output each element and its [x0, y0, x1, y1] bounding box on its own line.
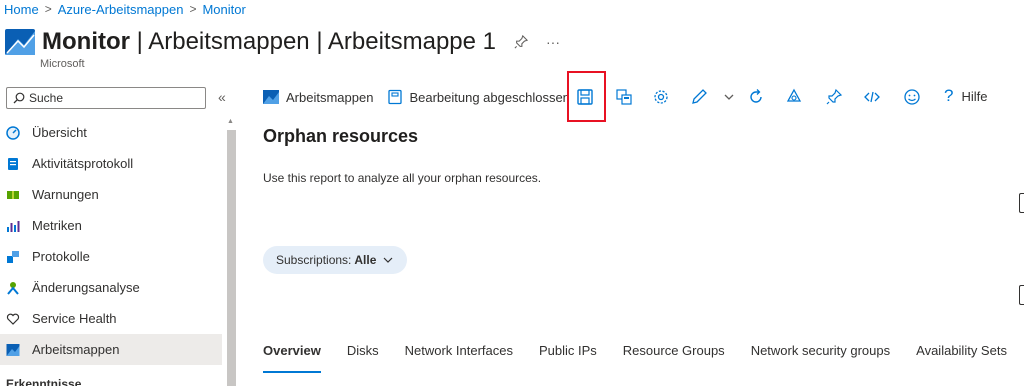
sidebar-item-metrics[interactable]: Metriken	[0, 210, 222, 241]
filter-value: Alle	[354, 253, 377, 267]
feedback-smiley-icon[interactable]	[902, 87, 922, 107]
change-analysis-icon	[6, 281, 20, 295]
workbooks-button-label: Arbeitsmappen	[286, 89, 374, 105]
sidebar-item-service-health[interactable]: Service Health	[0, 303, 222, 334]
page-header: Monitor | Arbeitsmappen | Arbeitsmappe 1…	[4, 26, 560, 58]
page-subtitle: Microsoft	[40, 58, 85, 70]
sidebar-scrollbar[interactable]: ▲	[224, 116, 238, 386]
done-editing-button[interactable]: Bearbeitung abgeschlossen	[387, 89, 570, 105]
tab-availability-sets[interactable]: Availability Sets	[916, 343, 1007, 373]
breadcrumb-separator: >	[189, 2, 197, 16]
sidebar-item-label: Aktivitätsprotokoll	[32, 156, 134, 171]
workbooks-button[interactable]: Arbeitsmappen	[262, 89, 373, 105]
nav-list: Übersicht Aktivitätsprotokoll Warnungen …	[0, 117, 222, 386]
overview-icon	[6, 125, 20, 140]
refresh-icon[interactable]	[746, 87, 766, 107]
sidebar-item-activity-log[interactable]: Aktivitätsprotokoll	[0, 148, 222, 179]
sidebar-item-workbooks[interactable]: Arbeitsmappen	[0, 334, 222, 365]
tab-resource-groups[interactable]: Resource Groups	[623, 343, 725, 373]
heart-icon	[6, 312, 20, 326]
save-as-icon[interactable]	[614, 87, 634, 107]
sidebar-item-label: Protokolle	[32, 249, 90, 264]
help-button[interactable]: ? Hilfe	[944, 86, 987, 106]
metrics-icon	[6, 219, 20, 233]
pin-to-dashboard-icon[interactable]	[824, 87, 844, 107]
edge-control[interactable]	[1019, 285, 1024, 305]
help-question-icon: ?	[944, 86, 954, 105]
collapse-sidebar-icon[interactable]: «	[218, 89, 226, 105]
breadcrumb: Home > Azure-Arbeitsmappen > Monitor	[4, 0, 246, 18]
sidebar-item-overview[interactable]: Übersicht	[0, 117, 222, 148]
tab-network-security-groups[interactable]: Network security groups	[751, 343, 890, 373]
settings-gear-icon[interactable]	[651, 87, 671, 107]
edit-done-icon	[388, 89, 403, 105]
done-editing-label: Bearbeitung abgeschlossen	[409, 89, 570, 105]
chevron-down-icon[interactable]	[719, 87, 739, 107]
toolbar: Arbeitsmappen Bearbeitung abgeschlossen	[262, 85, 570, 109]
workbooks-icon	[6, 343, 20, 357]
page-title: Monitor | Arbeitsmappen | Arbeitsmappe 1	[42, 28, 496, 55]
sidebar: Suche « Übersicht Aktivitätsprotokoll Wa…	[0, 84, 240, 386]
report-tabs: Overview Disks Network Interfaces Public…	[263, 343, 1024, 373]
chevron-down-icon	[383, 257, 393, 263]
activity-log-icon	[6, 157, 20, 171]
tab-disks[interactable]: Disks	[347, 343, 379, 373]
monitor-logo-icon	[5, 29, 35, 55]
pin-icon[interactable]	[514, 35, 528, 49]
help-label: Hilfe	[961, 88, 988, 104]
more-options-icon[interactable]: ···	[546, 34, 560, 50]
subscriptions-filter[interactable]: Subscriptions: Alle	[263, 246, 408, 274]
sidebar-item-alerts[interactable]: Warnungen	[0, 179, 222, 210]
tab-overview[interactable]: Overview	[263, 343, 321, 373]
code-view-icon[interactable]	[862, 87, 882, 107]
scroll-up-icon[interactable]: ▲	[227, 118, 234, 125]
breadcrumb-home[interactable]: Home	[4, 2, 39, 17]
edge-control[interactable]	[1019, 193, 1024, 213]
sidebar-section-insights: Erkenntnisse	[6, 377, 82, 386]
scrollbar-thumb[interactable]	[227, 130, 236, 386]
sidebar-item-label: Arbeitsmappen	[32, 342, 120, 357]
report-title: Orphan resources	[263, 126, 419, 146]
sidebar-item-label: Service Health	[32, 311, 117, 326]
save-highlight-box	[567, 71, 606, 122]
workbooks-icon	[263, 90, 279, 104]
edit-pencil-icon[interactable]	[689, 87, 709, 107]
breadcrumb-monitor[interactable]: Monitor	[202, 2, 245, 17]
sidebar-item-label: Übersicht	[32, 125, 87, 140]
tab-public-ips[interactable]: Public IPs	[539, 343, 597, 373]
sidebar-item-label: Warnungen	[32, 187, 99, 202]
report-description: Use this report to analyze all your orph…	[263, 171, 542, 185]
filter-label: Subscriptions:	[276, 253, 352, 267]
sidebar-item-label: Metriken	[32, 218, 82, 233]
tab-network-interfaces[interactable]: Network Interfaces	[405, 343, 513, 373]
sidebar-item-change-analysis[interactable]: Änderungsanalyse	[0, 272, 222, 303]
logs-icon	[6, 250, 20, 264]
search-icon	[13, 92, 25, 104]
sidebar-item-label: Änderungsanalyse	[32, 280, 140, 295]
search-input[interactable]: Suche	[6, 87, 206, 109]
alerts-icon	[6, 188, 20, 202]
breadcrumb-azure-workbooks[interactable]: Azure-Arbeitsmappen	[58, 2, 184, 17]
breadcrumb-separator: >	[44, 2, 52, 16]
sidebar-item-logs[interactable]: Protokolle	[0, 241, 222, 272]
search-placeholder: Suche	[29, 91, 64, 105]
share-icon[interactable]	[784, 87, 804, 107]
